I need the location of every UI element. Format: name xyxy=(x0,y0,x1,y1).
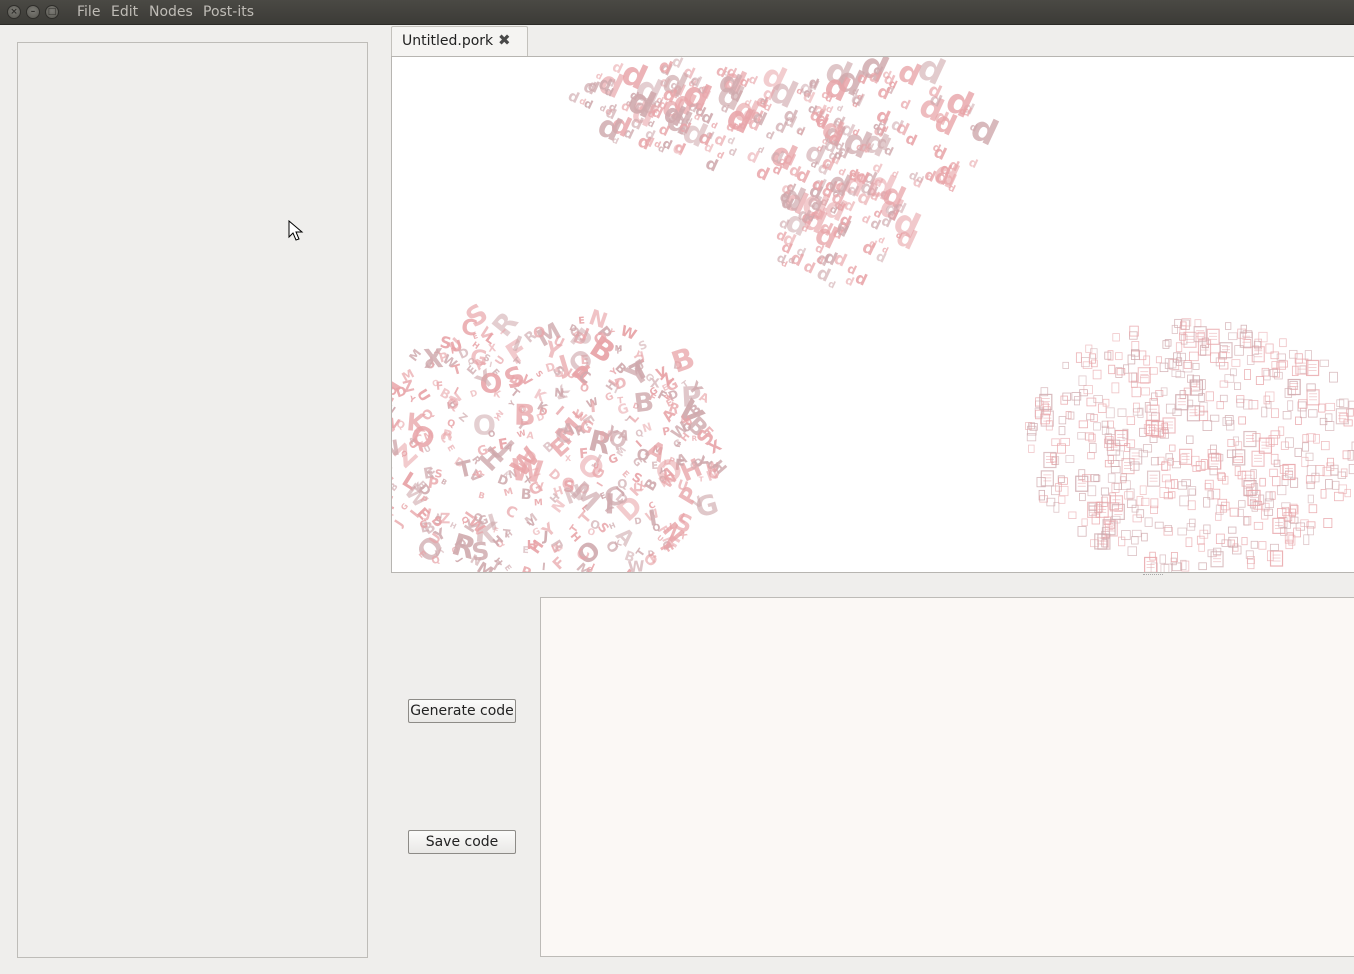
svg-text:F: F xyxy=(579,446,590,463)
svg-text:J: J xyxy=(542,529,549,545)
svg-text:d: d xyxy=(967,155,980,171)
menu-nodes[interactable]: Nodes xyxy=(149,0,193,25)
svg-text:D: D xyxy=(545,466,563,484)
svg-text:d: d xyxy=(898,96,913,114)
svg-text:d: d xyxy=(826,279,837,292)
close-icon[interactable]: ✖ xyxy=(498,31,511,49)
tab-label: Untitled.pork xyxy=(402,33,494,49)
maximize-window-icon[interactable]: □ xyxy=(45,5,59,19)
svg-text:X: X xyxy=(423,344,445,375)
menu-bar: × – □ File Edit Nodes Post-its xyxy=(0,0,1354,25)
menu-file[interactable]: File xyxy=(77,0,100,25)
svg-text:K: K xyxy=(406,407,428,438)
svg-text:B: B xyxy=(633,387,656,419)
svg-text:O: O xyxy=(533,325,547,342)
svg-text:X: X xyxy=(565,454,572,463)
graph-canvas[interactable]: dddddddddddddddddddddddddddddddddddddddd… xyxy=(391,56,1354,573)
svg-text:J: J xyxy=(392,517,406,530)
svg-text:H: H xyxy=(608,520,617,531)
svg-text:I: I xyxy=(541,562,546,573)
svg-text:T: T xyxy=(617,396,624,406)
svg-text:M: M xyxy=(534,498,543,508)
menu-edit[interactable]: Edit xyxy=(111,0,138,25)
mouse-cursor-icon xyxy=(288,220,304,241)
svg-text:P: P xyxy=(427,474,440,492)
tab-untitled-pork[interactable]: Untitled.pork ✖ xyxy=(391,26,528,57)
svg-text:M: M xyxy=(615,344,623,353)
svg-text:T: T xyxy=(699,475,704,484)
svg-text:B: B xyxy=(514,398,537,432)
svg-text:E: E xyxy=(444,443,456,453)
save-code-button[interactable]: Save code xyxy=(408,830,516,854)
svg-text:D: D xyxy=(469,388,479,400)
splitter-handle[interactable] xyxy=(1143,574,1163,577)
svg-text:B: B xyxy=(477,490,486,501)
node-palette-panel[interactable] xyxy=(17,42,368,958)
svg-text:T: T xyxy=(451,362,464,379)
svg-text:P: P xyxy=(519,564,533,573)
code-output-textarea[interactable] xyxy=(540,597,1354,957)
svg-text:d: d xyxy=(726,145,738,159)
svg-text:P: P xyxy=(681,380,703,414)
svg-text:B: B xyxy=(667,340,699,379)
svg-text:E: E xyxy=(503,562,514,572)
svg-text:X: X xyxy=(488,343,497,355)
svg-text:S: S xyxy=(534,368,546,379)
minimize-window-icon[interactable]: – xyxy=(26,5,40,19)
menu-post-its[interactable]: Post-its xyxy=(203,0,254,25)
generate-code-button[interactable]: Generate code xyxy=(408,699,516,723)
svg-text:T: T xyxy=(502,526,511,541)
svg-text:B: B xyxy=(392,481,401,494)
svg-text:R: R xyxy=(441,427,455,445)
svg-text:Z: Z xyxy=(456,411,470,425)
svg-text:L: L xyxy=(392,492,400,514)
svg-text:d: d xyxy=(801,257,818,278)
svg-text:F: F xyxy=(549,553,569,573)
svg-text:O: O xyxy=(578,381,590,395)
svg-text:D: D xyxy=(634,516,643,527)
svg-text:U: U xyxy=(413,387,433,405)
svg-text:C: C xyxy=(503,503,520,522)
svg-text:A: A xyxy=(526,430,535,442)
close-window-icon[interactable]: × xyxy=(7,5,21,19)
canvas-drawing: d dddddddddddddddddddddddddddddd dddddddd d… xyxy=(392,57,1354,573)
